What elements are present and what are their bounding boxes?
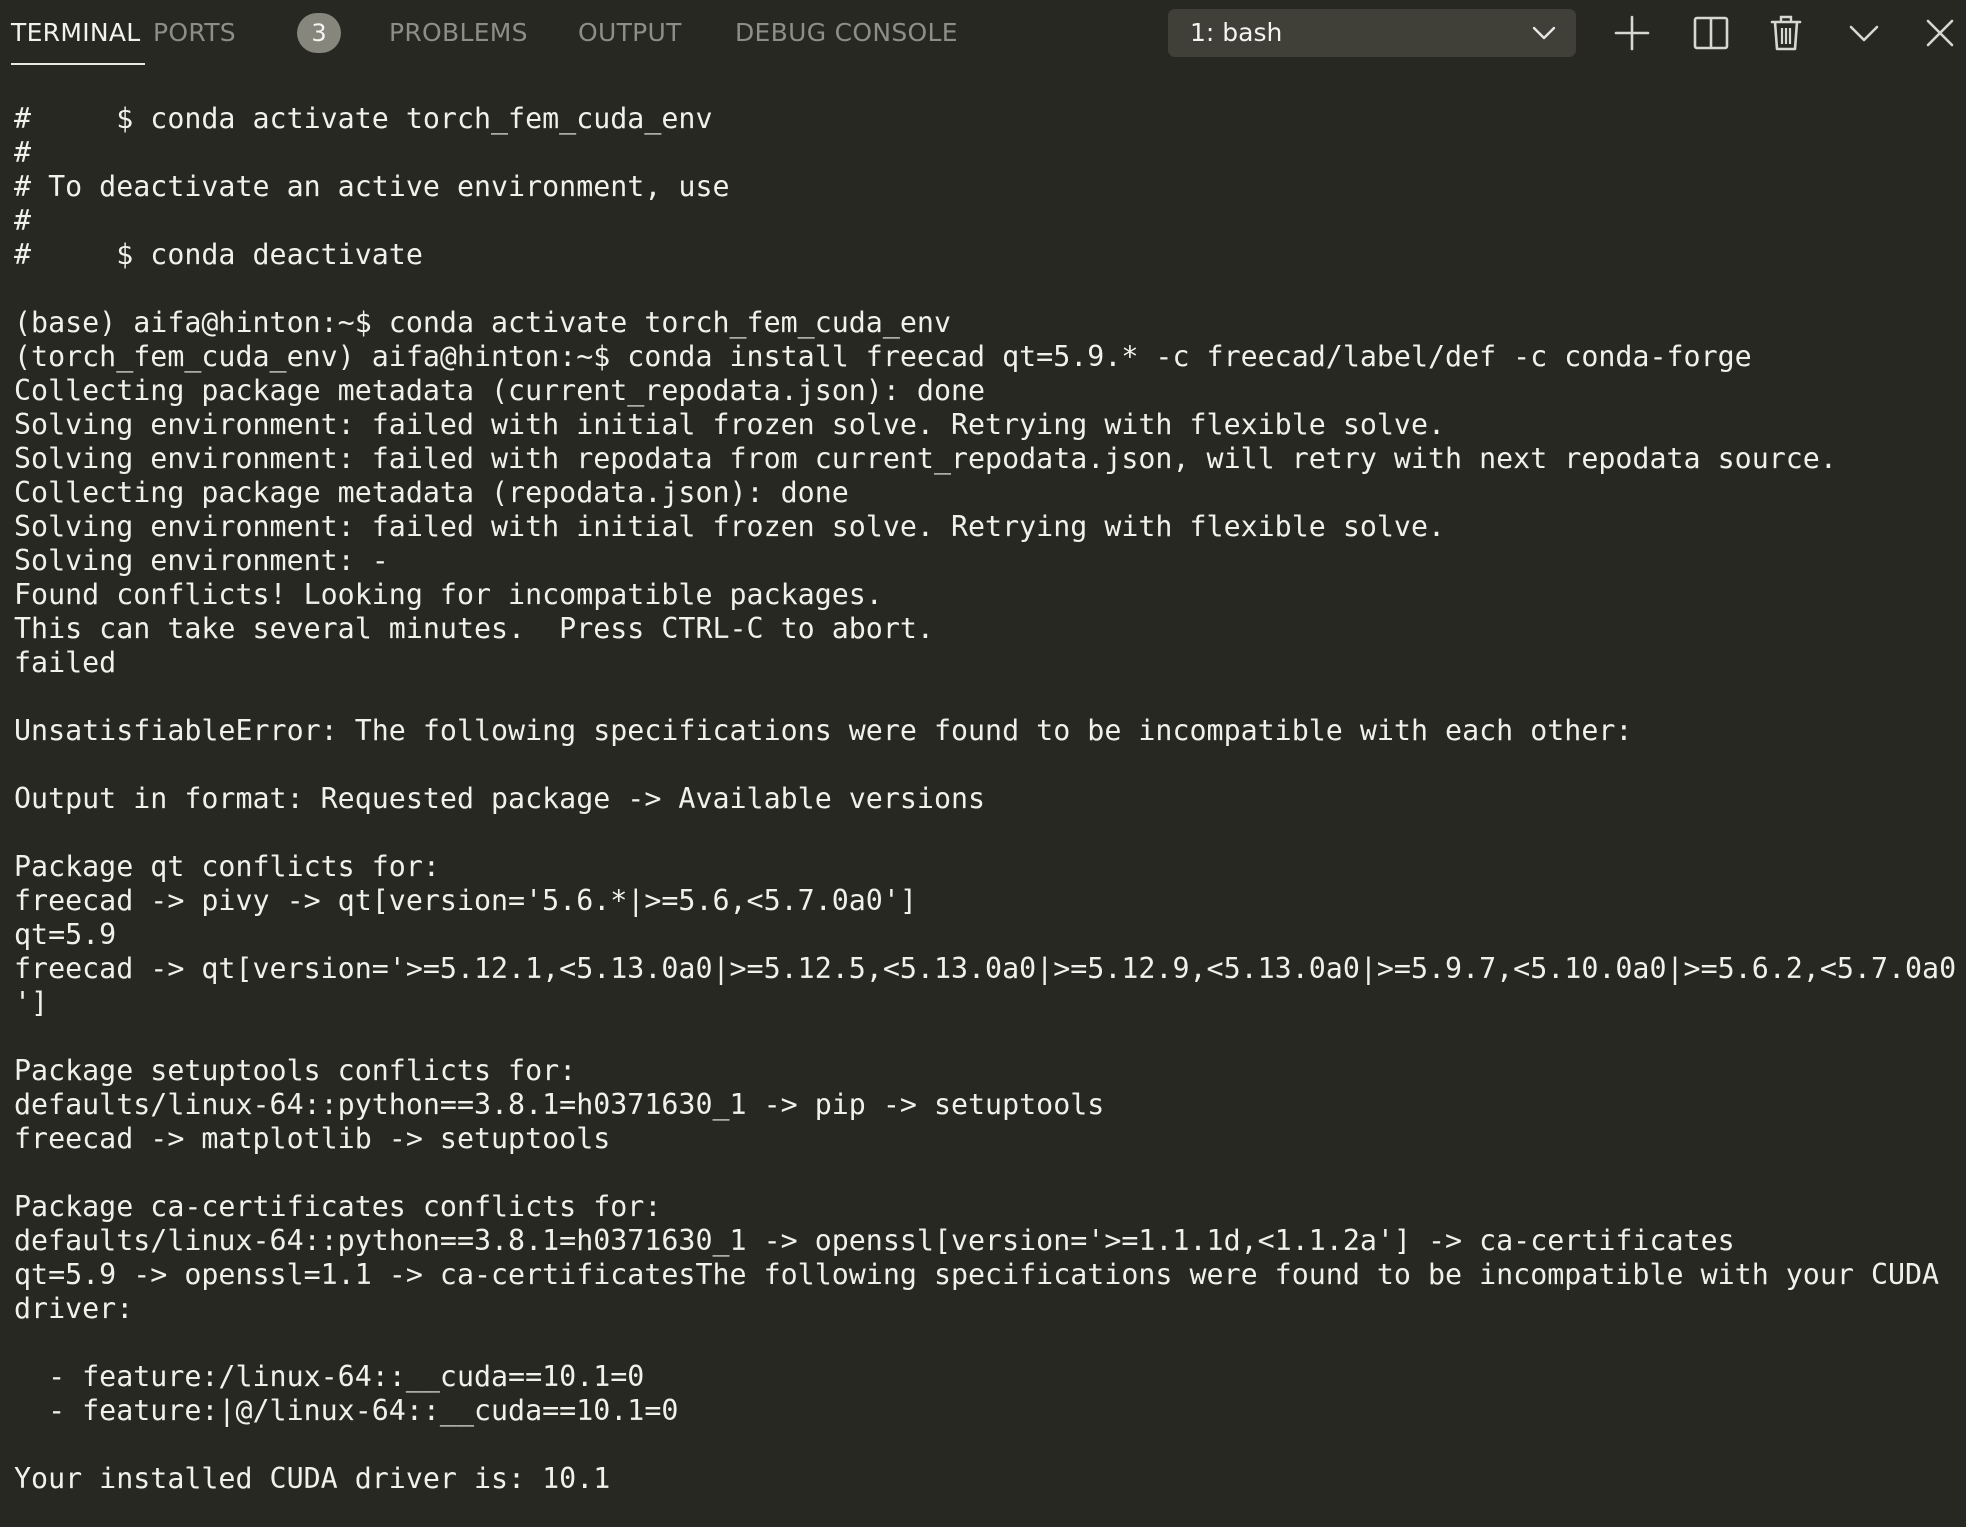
- terminal-line: freecad -> qt[version='>=5.12.1,<5.13.0a…: [14, 952, 1957, 985]
- terminal-panel-header: TERMINAL PORTS 3 PROBLEMS OUTPUT DEBUG C…: [0, 0, 1966, 70]
- split-icon[interactable]: [1689, 11, 1733, 55]
- terminal-line: Collecting package metadata (repodata.js…: [14, 476, 849, 509]
- close-icon[interactable]: [1918, 11, 1962, 55]
- terminal-line: # $ conda deactivate: [14, 238, 423, 271]
- terminal-line: Package setuptools conflicts for:: [14, 1054, 577, 1087]
- tab-ports[interactable]: PORTS: [153, 0, 236, 66]
- terminal-line: Collecting package metadata (current_rep…: [14, 374, 986, 407]
- terminal-line: Package qt conflicts for:: [14, 850, 440, 883]
- tab-output[interactable]: OUTPUT: [578, 0, 682, 66]
- terminal-line: #: [14, 204, 32, 237]
- terminal-line: Your installed CUDA driver is: 10.1: [14, 1462, 611, 1495]
- terminal-line: Found conflicts! Looking for incompatibl…: [14, 578, 883, 611]
- ports-count-badge: 3: [297, 13, 341, 53]
- terminal-selector-label: 1: bash: [1190, 18, 1283, 47]
- chevron-down-icon[interactable]: [1842, 11, 1886, 55]
- terminal-line: failed: [14, 646, 117, 679]
- tab-debug-console[interactable]: DEBUG CONSOLE: [735, 0, 958, 66]
- terminal-selector-dropdown[interactable]: 1: bash: [1168, 9, 1576, 57]
- chevron-down-icon: [1530, 21, 1558, 45]
- plus-icon[interactable]: [1610, 11, 1654, 55]
- terminal-line: freecad -> matplotlib -> setuptools: [14, 1122, 611, 1155]
- trash-icon[interactable]: [1764, 11, 1808, 55]
- terminal-line: #: [14, 136, 32, 169]
- terminal-line: Solving environment: failed with initial…: [14, 510, 1446, 543]
- terminal-line: UnsatisfiableError: The following specif…: [14, 714, 1633, 747]
- terminal-line: Solving environment: -: [14, 544, 389, 577]
- terminal-line: Output in format: Requested package -> A…: [14, 782, 986, 815]
- active-tab-indicator: [11, 63, 145, 65]
- terminal-line: qt=5.9 -> openssl=1.1 -> ca-certificates…: [14, 1258, 1940, 1291]
- terminal-line: # To deactivate an active environment, u…: [14, 170, 730, 203]
- tab-terminal[interactable]: TERMINAL: [11, 0, 141, 66]
- terminal-line: ']: [14, 986, 49, 1019]
- terminal-line: (base) aifa@hinton:~$ conda activate tor…: [14, 306, 951, 339]
- terminal-output[interactable]: # $ conda activate torch_fem_cuda_env # # …: [14, 102, 1964, 1512]
- terminal-line: Package ca-certificates conflicts for:: [14, 1190, 662, 1223]
- terminal-line: freecad -> pivy -> qt[version='5.6.*|>=5…: [14, 884, 917, 917]
- terminal-line: This can take several minutes. Press CTR…: [14, 612, 934, 645]
- terminal-line: Solving environment: failed with repodat…: [14, 442, 1837, 475]
- terminal-line: # $ conda activate torch_fem_cuda_env: [14, 102, 713, 135]
- terminal-line: Solving environment: failed with initial…: [14, 408, 1446, 441]
- terminal-line: qt=5.9: [14, 918, 117, 951]
- terminal-line: - feature:|@/linux-64::__cuda==10.1=0: [14, 1394, 679, 1427]
- terminal-line: (torch_fem_cuda_env) aifa@hinton:~$ cond…: [14, 340, 1752, 373]
- terminal-line: defaults/linux-64::python==3.8.1=h037163…: [14, 1088, 1105, 1121]
- terminal-line: - feature:/linux-64::__cuda==10.1=0: [14, 1360, 645, 1393]
- terminal-line: defaults/linux-64::python==3.8.1=h037163…: [14, 1224, 1735, 1257]
- terminal-line: driver:: [14, 1292, 134, 1325]
- tab-problems[interactable]: PROBLEMS: [389, 0, 528, 66]
